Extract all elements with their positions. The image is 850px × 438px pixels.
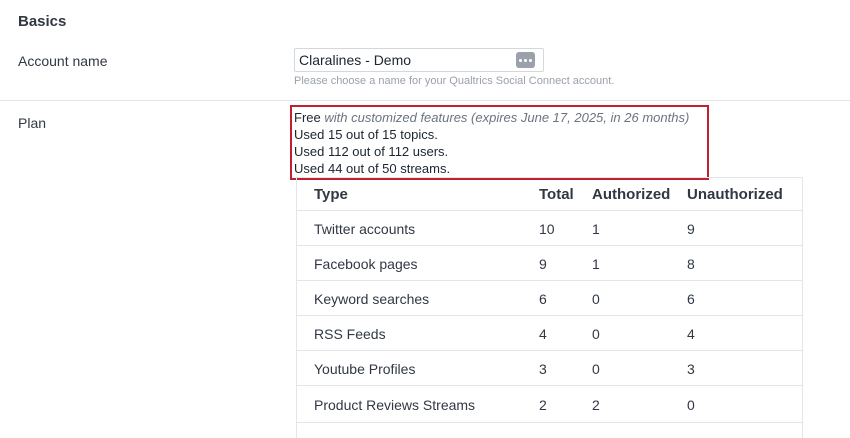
cell-unauthorized: 8 [687, 256, 695, 272]
cell-authorized: 1 [592, 256, 600, 272]
header-total: Total [539, 186, 574, 203]
cell-authorized: 0 [592, 361, 600, 377]
topics-usage: Used 15 out of 15 topics. [294, 127, 438, 142]
plan-label: Plan [18, 115, 47, 131]
header-type: Type [314, 186, 348, 203]
table-row: RSS Feeds 4 0 4 [297, 316, 802, 351]
account-name-input[interactable] [299, 51, 509, 69]
table-row: Twitter accounts 10 1 9 [297, 211, 802, 246]
table-row: Youtube Profiles 3 0 3 [297, 351, 802, 386]
streams-table: Type Total Authorized Unauthorized Twitt… [296, 177, 803, 438]
table-row: Facebook pages 9 1 8 [297, 246, 802, 281]
cell-authorized: 0 [592, 326, 600, 342]
cell-total: 6 [539, 291, 547, 307]
header-unauthorized: Unauthorized [687, 186, 783, 203]
cell-type: Facebook pages [314, 256, 418, 272]
account-name-field[interactable] [294, 48, 544, 72]
cell-type: Youtube Profiles [314, 361, 416, 377]
cell-total: 4 [539, 326, 547, 342]
users-usage: Used 112 out of 112 users. [294, 144, 449, 159]
plan-tier-detail: with customized features (expires June 1… [324, 110, 690, 125]
cell-total: 3 [539, 361, 547, 377]
plan-tier-line: Free with customized features (expires J… [294, 110, 689, 125]
section-title-basics: Basics [18, 13, 67, 30]
cell-type: Keyword searches [314, 291, 430, 307]
section-divider [0, 100, 850, 101]
cell-unauthorized: 4 [687, 326, 695, 342]
cell-type: RSS Feeds [314, 326, 386, 342]
cell-total: 9 [539, 256, 547, 272]
account-name-label: Account name [18, 53, 108, 69]
header-authorized: Authorized [592, 186, 671, 203]
cell-unauthorized: 3 [687, 361, 695, 377]
account-name-help: Please choose a name for your Qualtrics … [294, 75, 615, 87]
cell-unauthorized: 6 [687, 291, 695, 307]
plan-tier: Free [294, 110, 321, 125]
table-row: Keyword searches 6 0 6 [297, 281, 802, 316]
streams-usage: Used 44 out of 50 streams. [294, 161, 451, 176]
cell-unauthorized: 0 [687, 397, 695, 413]
cell-total: 2 [539, 397, 547, 413]
cell-type: Product Reviews Streams [314, 397, 476, 413]
cell-authorized: 1 [592, 221, 600, 237]
cell-total: 10 [539, 221, 555, 237]
table-row: Product Reviews Streams 2 2 0 [297, 386, 802, 423]
table-header-row: Type Total Authorized Unauthorized [297, 178, 802, 211]
more-options-icon[interactable] [516, 52, 535, 68]
cell-unauthorized: 9 [687, 221, 695, 237]
cell-authorized: 2 [592, 397, 600, 413]
cell-authorized: 0 [592, 291, 600, 307]
cell-type: Twitter accounts [314, 221, 416, 237]
